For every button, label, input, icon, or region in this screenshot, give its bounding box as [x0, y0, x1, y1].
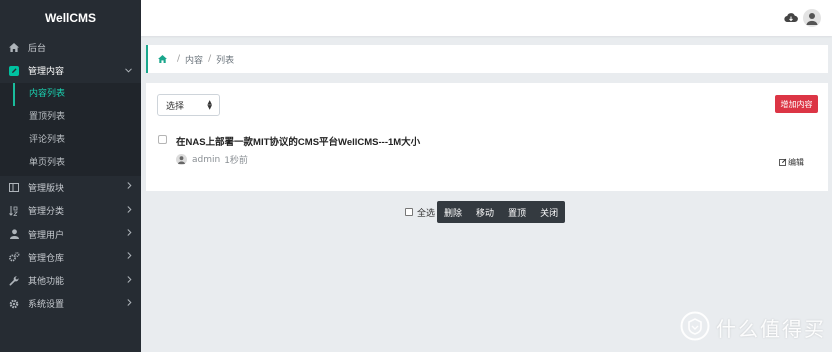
gear-icon — [8, 298, 20, 310]
sidebar-item-label: 后台 — [28, 44, 47, 55]
chevron-right-icon — [127, 182, 132, 192]
sidebar-item-manage-forums[interactable]: 管理版块 — [0, 176, 141, 199]
breadcrumb-separator: / — [208, 54, 212, 64]
post-time: 1秒前 — [224, 156, 248, 166]
sort-icon — [8, 205, 20, 217]
sidebar-item-system-settings[interactable]: 系统设置 — [0, 292, 141, 315]
user-icon — [8, 228, 20, 240]
breadcrumb-item-list: 列表 — [216, 55, 235, 66]
sidebar-item-label: 管理内容 — [28, 67, 65, 78]
wrench-icon — [8, 275, 20, 287]
breadcrumb: / 内容 / 列表 — [146, 45, 828, 73]
edit-icon — [779, 158, 787, 168]
chevron-down-icon — [125, 66, 132, 76]
user-avatar[interactable] — [803, 9, 821, 27]
chevron-right-icon — [127, 205, 132, 216]
sidebar-item-other-features[interactable]: 其他功能 — [0, 269, 141, 292]
select-all-checkbox[interactable] — [405, 208, 413, 216]
chevron-right-icon — [127, 252, 132, 262]
watermark: 什么值得买 — [680, 311, 826, 344]
edit-link[interactable]: 编辑 — [779, 157, 804, 168]
sidebar-item-dashboard[interactable]: 后台 — [0, 36, 141, 59]
sidebar-item-manage-content[interactable]: 管理内容 — [0, 59, 141, 82]
row-checkbox[interactable] — [158, 135, 167, 144]
edit-label: 编辑 — [788, 158, 804, 167]
sidebar-item-label: 管理仓库 — [28, 253, 65, 264]
sidebar-item-manage-repository[interactable]: 管理仓库 — [0, 246, 141, 269]
cloud-download-icon[interactable] — [784, 12, 798, 24]
select-all-label[interactable]: 全选 — [417, 206, 435, 219]
breadcrumb-separator: / — [177, 54, 181, 64]
select-caret-icon: ▲ ▼ — [207, 99, 212, 111]
sidebar-item-manage-users[interactable]: 管理用户 — [0, 222, 141, 245]
home-icon[interactable] — [158, 55, 167, 63]
sidebar-item-label: 管理版块 — [28, 183, 65, 194]
content-meta: admin 1秒前 — [176, 153, 248, 166]
sidebar-subitem-sticky-list[interactable]: 置顶列表 — [0, 106, 141, 129]
watermark-logo-icon — [680, 311, 710, 344]
author-avatar[interactable] — [176, 154, 187, 165]
sidebar-submenu-content: 内容列表 置顶列表 评论列表 单页列表 — [0, 82, 141, 176]
edit-square-icon — [8, 65, 20, 77]
sidebar-subitem-content-list[interactable]: 内容列表 — [0, 82, 141, 107]
sidebar-item-manage-categories[interactable]: 管理分类 — [0, 199, 141, 222]
chevron-right-icon — [127, 229, 132, 239]
top-header — [141, 0, 832, 36]
filter-select[interactable]: 选择 ▲ ▼ — [157, 94, 220, 116]
content-list-card: 选择 ▲ ▼ 增加内容 在NAS上部署一款MIT协议的CMS平台WellCMS--… — [146, 83, 828, 191]
sidebar-item-label: 管理分类 — [28, 207, 65, 218]
delete-button[interactable]: 删除 — [437, 201, 469, 223]
sidebar-item-label: 管理用户 — [28, 230, 65, 241]
sidebar-subitem-comment-list[interactable]: 评论列表 — [0, 129, 141, 152]
home-icon — [8, 42, 20, 54]
chevron-right-icon — [127, 275, 132, 286]
bulk-actions: 全选 删除 移动 置顶 关闭 — [405, 201, 566, 223]
content-title-link[interactable]: 在NAS上部署一款MIT协议的CMS平台WellCMS---1M大小 — [176, 134, 420, 148]
cogs-icon — [8, 251, 20, 263]
sticky-button[interactable]: 置顶 — [501, 201, 533, 223]
author-name[interactable]: admin — [192, 155, 220, 165]
filter-select-value: 选择 — [166, 101, 185, 112]
close-button[interactable]: 关闭 — [533, 201, 565, 223]
chevron-right-icon — [127, 299, 132, 309]
watermark-text: 什么值得买 — [716, 317, 826, 341]
sidebar: WellCMS 后台 管理内容 内容列表 置顶列表 评论列表 单页列表 管理版块 — [0, 0, 141, 352]
sidebar-subitem-page-list[interactable]: 单页列表 — [0, 152, 141, 175]
sidebar-item-label: 其他功能 — [28, 277, 65, 288]
move-button[interactable]: 移动 — [469, 201, 501, 223]
brand-logo[interactable]: WellCMS — [0, 0, 141, 36]
add-content-button[interactable]: 增加内容 — [775, 95, 818, 113]
columns-icon — [8, 181, 20, 193]
breadcrumb-item-content[interactable]: 内容 — [185, 53, 203, 66]
sidebar-item-label: 系统设置 — [28, 300, 65, 311]
bulk-button-group: 删除 移动 置顶 关闭 — [437, 201, 566, 223]
